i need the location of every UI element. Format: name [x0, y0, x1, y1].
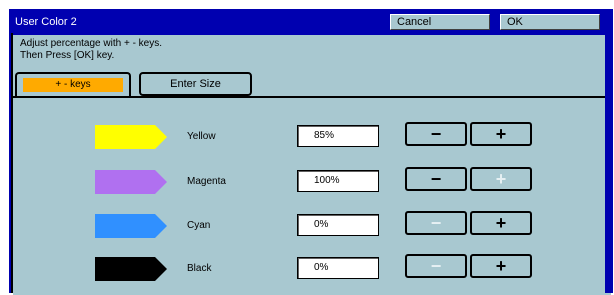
- cyan-decrease-button: −: [405, 211, 467, 235]
- yellow-increase-button[interactable]: +: [470, 122, 532, 146]
- black-swatch: [95, 257, 167, 281]
- instruction-line-2: Then Press [OK] key.: [20, 50, 115, 61]
- color-name: Cyan: [187, 220, 211, 231]
- tab-plus-minus-keys[interactable]: + - keys: [15, 72, 131, 96]
- window-title: User Color 2: [15, 16, 77, 28]
- ok-button[interactable]: OK: [500, 14, 600, 30]
- yellow-decrease-button[interactable]: −: [405, 122, 467, 146]
- cyan-swatch: [95, 214, 167, 238]
- color-row-cyan: Cyan 0% − +: [13, 211, 611, 240]
- title-bar: User Color 2 Cancel OK: [9, 11, 613, 33]
- instruction-line-1: Adjust percentage with + - keys.: [20, 38, 163, 49]
- color-row-magenta: Magenta 100% − +: [13, 167, 611, 196]
- color-name: Yellow: [187, 131, 216, 142]
- color-name: Black: [187, 263, 212, 274]
- tab-enter-size-label: Enter Size: [170, 78, 221, 90]
- color-name: Magenta: [187, 176, 226, 187]
- black-increase-button[interactable]: +: [470, 254, 532, 278]
- cyan-value-field[interactable]: 0%: [297, 214, 379, 236]
- color-row-yellow: Yellow 85% − +: [13, 122, 611, 151]
- magenta-decrease-button[interactable]: −: [405, 167, 467, 191]
- cyan-increase-button[interactable]: +: [470, 211, 532, 235]
- yellow-value-field[interactable]: 85%: [297, 125, 379, 147]
- color-adjust-panel: Yellow 85% − + Magenta 100% − + Cyan 0% …: [13, 96, 611, 295]
- left-frame-edge: [11, 33, 13, 293]
- black-value-field[interactable]: 0%: [297, 257, 379, 279]
- magenta-value-field[interactable]: 100%: [297, 170, 379, 192]
- magenta-increase-button: +: [470, 167, 532, 191]
- cancel-button[interactable]: Cancel: [390, 14, 490, 30]
- color-row-black: Black 0% − +: [13, 254, 611, 283]
- yellow-swatch: [95, 125, 167, 149]
- right-frame-edge: [605, 33, 611, 293]
- black-decrease-button: −: [405, 254, 467, 278]
- magenta-swatch: [95, 170, 167, 194]
- tab-enter-size[interactable]: Enter Size: [139, 72, 252, 96]
- tab-plus-minus-keys-label: + - keys: [23, 78, 123, 92]
